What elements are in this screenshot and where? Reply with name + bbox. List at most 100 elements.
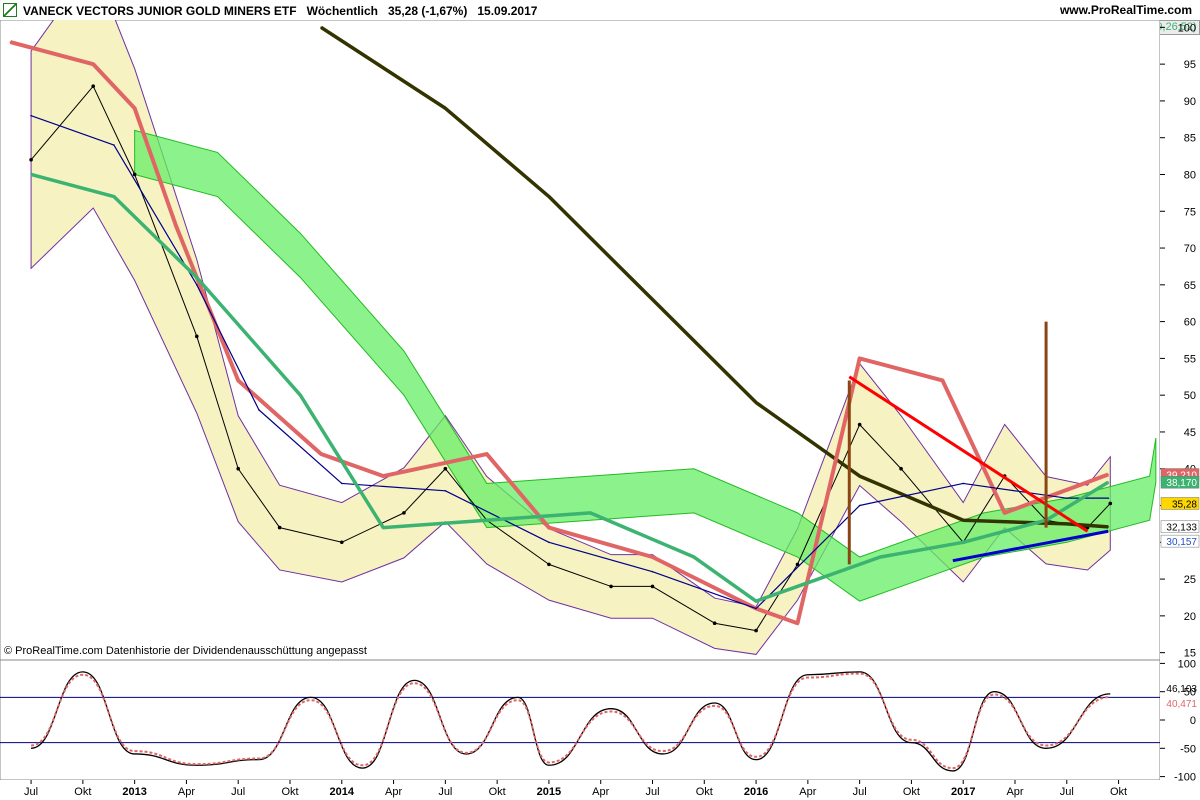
point-kurs [91, 84, 96, 89]
time-tick-label: Jul [1060, 786, 1074, 798]
price-tick-label: 70 [1184, 243, 1196, 255]
point-senkou-span-b-9-26-52 [30, 173, 32, 176]
point-gleit-durchschnitt-einfach-200 [1107, 526, 1110, 528]
price-tick-label: 20 [1184, 611, 1196, 623]
price-tag-label: 30,157 [1166, 537, 1197, 548]
point-supertrend-3-10 [796, 622, 799, 625]
price-tick-label: 100 [1178, 22, 1196, 34]
point-senkou-span-b-9-26-52 [485, 519, 488, 522]
point-senkou-span-b-9-26-52 [1107, 481, 1110, 483]
point-kijun-sen [340, 482, 343, 485]
point-senkou-span-b-9-26-52 [195, 276, 198, 279]
price-tick-label: 90 [1184, 96, 1196, 108]
point-kurs [132, 172, 137, 177]
chart-title: VANECK VECTORS JUNIOR GOLD MINERS ETF Wö… [0, 3, 537, 18]
point-kijun-sen [1065, 497, 1068, 499]
title-bar: VANECK VECTORS JUNIOR GOLD MINERS ETF Wö… [0, 0, 1200, 20]
point-senkou-span-b-9-26-52 [962, 541, 965, 544]
point-gleit-durchschnitt-einfach-200 [858, 475, 861, 477]
price-tick-label: 95 [1184, 59, 1196, 71]
time-tick-label: Jul [438, 786, 452, 798]
price-tag-label: 35,28 [1172, 499, 1197, 510]
point-gleit-durchschnitt-einfach-200 [444, 107, 447, 110]
point-senkou-span-b-9-26-52 [113, 195, 115, 198]
point-kurs [443, 466, 448, 471]
price-tick-label: 55 [1184, 353, 1196, 365]
point-gleit-durchschnitt-einfach-200 [548, 195, 550, 198]
time-tick-label: Jul [231, 786, 245, 798]
momentum-tick-label: -100 [1174, 772, 1196, 784]
time-tick-label: Okt [489, 786, 506, 798]
point-kurs [277, 525, 282, 530]
point-supertrend-3-10 [320, 453, 322, 455]
momentum-tick-label: -50 [1180, 743, 1196, 755]
price-tick-label: 25 [1184, 574, 1196, 586]
point-senkou-span-b-9-26-52 [382, 526, 385, 529]
price-tag-label: 38,170 [1166, 478, 1197, 489]
momentum-tag-label: 46,103 [1166, 684, 1197, 695]
point-supertrend-3-10 [9, 41, 12, 43]
chart-date: 15.09.2017 [477, 4, 538, 18]
time-tick-label: Apr [1006, 786, 1023, 798]
copyright-note: © ProRealTime.com Datenhistorie der Divi… [4, 645, 367, 657]
period: Wöchentlich [306, 4, 378, 18]
time-tick-label: 2013 [122, 786, 146, 798]
time-tick-label: 2017 [951, 786, 975, 798]
price-axis: 100959085807570656055504540353025201539,… [1160, 22, 1200, 784]
point-senkou-span-b-9-26-52 [693, 556, 695, 558]
point-kurs [29, 157, 33, 162]
point-kurs [1108, 501, 1113, 506]
time-tick-label: Apr [592, 786, 609, 798]
time-tick-label: Okt [74, 786, 91, 798]
time-tick-label: 2015 [537, 786, 561, 798]
momentum-chart[interactable] [0, 660, 1160, 780]
point-gleit-durchschnitt-einfach-200 [320, 26, 322, 29]
time-tick-label: Okt [1110, 786, 1127, 798]
price-tick-label: 80 [1184, 169, 1196, 181]
time-tick-label: 2014 [330, 786, 355, 798]
point-kijun-sen [962, 482, 965, 485]
chart-logo-icon [3, 3, 17, 17]
time-axis: Jul Okt 2013 Apr Jul Okt 2014 Apr Jul Okt 2015 Apr J… [24, 780, 1127, 798]
price-chart[interactable] [0, 20, 1160, 660]
point-supertrend-3-10 [1107, 473, 1110, 476]
point-supertrend-3-10 [382, 475, 385, 477]
instrument-name: VANECK VECTORS JUNIOR GOLD MINERS ETF [23, 4, 297, 18]
price-tick-label: 50 [1184, 390, 1196, 402]
point-kijun-sen [30, 114, 32, 117]
point-kijun-sen [258, 409, 260, 411]
time-tick-label: Okt [696, 786, 713, 798]
point-gleit-durchschnitt-einfach-200 [651, 298, 654, 301]
momentum-tag-label: 40,471 [1166, 699, 1197, 710]
site-url[interactable]: www.ProRealTime.com [1060, 3, 1192, 17]
point-kijun-sen [755, 607, 757, 610]
momentum-tick-label: 0 [1190, 715, 1196, 727]
point-kurs [339, 540, 344, 545]
price-change: 35,28 (-1,67%) [387, 4, 468, 18]
time-tick-label: Jul [645, 786, 659, 798]
point-supertrend-3-10 [1003, 512, 1006, 514]
time-tick-label: Apr [178, 786, 195, 798]
point-kijun-sen [444, 490, 447, 492]
time-tick-label: Okt [903, 786, 920, 798]
point-kurs [236, 466, 241, 471]
time-tick-label: Okt [281, 786, 298, 798]
time-tick-label: Apr [385, 786, 402, 798]
point-kijun-sen [113, 144, 115, 146]
time-tick-label: Jul [24, 786, 38, 798]
point-kijun-sen [548, 541, 550, 544]
point-kurs [754, 628, 758, 633]
point-kurs [650, 584, 655, 589]
point-gleit-durchschnitt-einfach-200 [1065, 523, 1068, 525]
time-tick-label: Apr [799, 786, 816, 798]
point-gleit-durchschnitt-einfach-200 [962, 519, 965, 522]
point-supertrend-3-10 [651, 556, 654, 558]
point-senkou-span-b-9-26-52 [755, 600, 757, 602]
price-tick-label: 65 [1184, 280, 1196, 292]
point-senkou-span-b-9-26-52 [589, 512, 592, 514]
point-kurs [899, 466, 903, 471]
time-tick-label: Jul [853, 786, 867, 798]
point-kijun-sen [1107, 497, 1110, 499]
point-senkou-span-b-9-26-52 [817, 578, 820, 580]
point-supertrend-3-10 [548, 526, 550, 529]
